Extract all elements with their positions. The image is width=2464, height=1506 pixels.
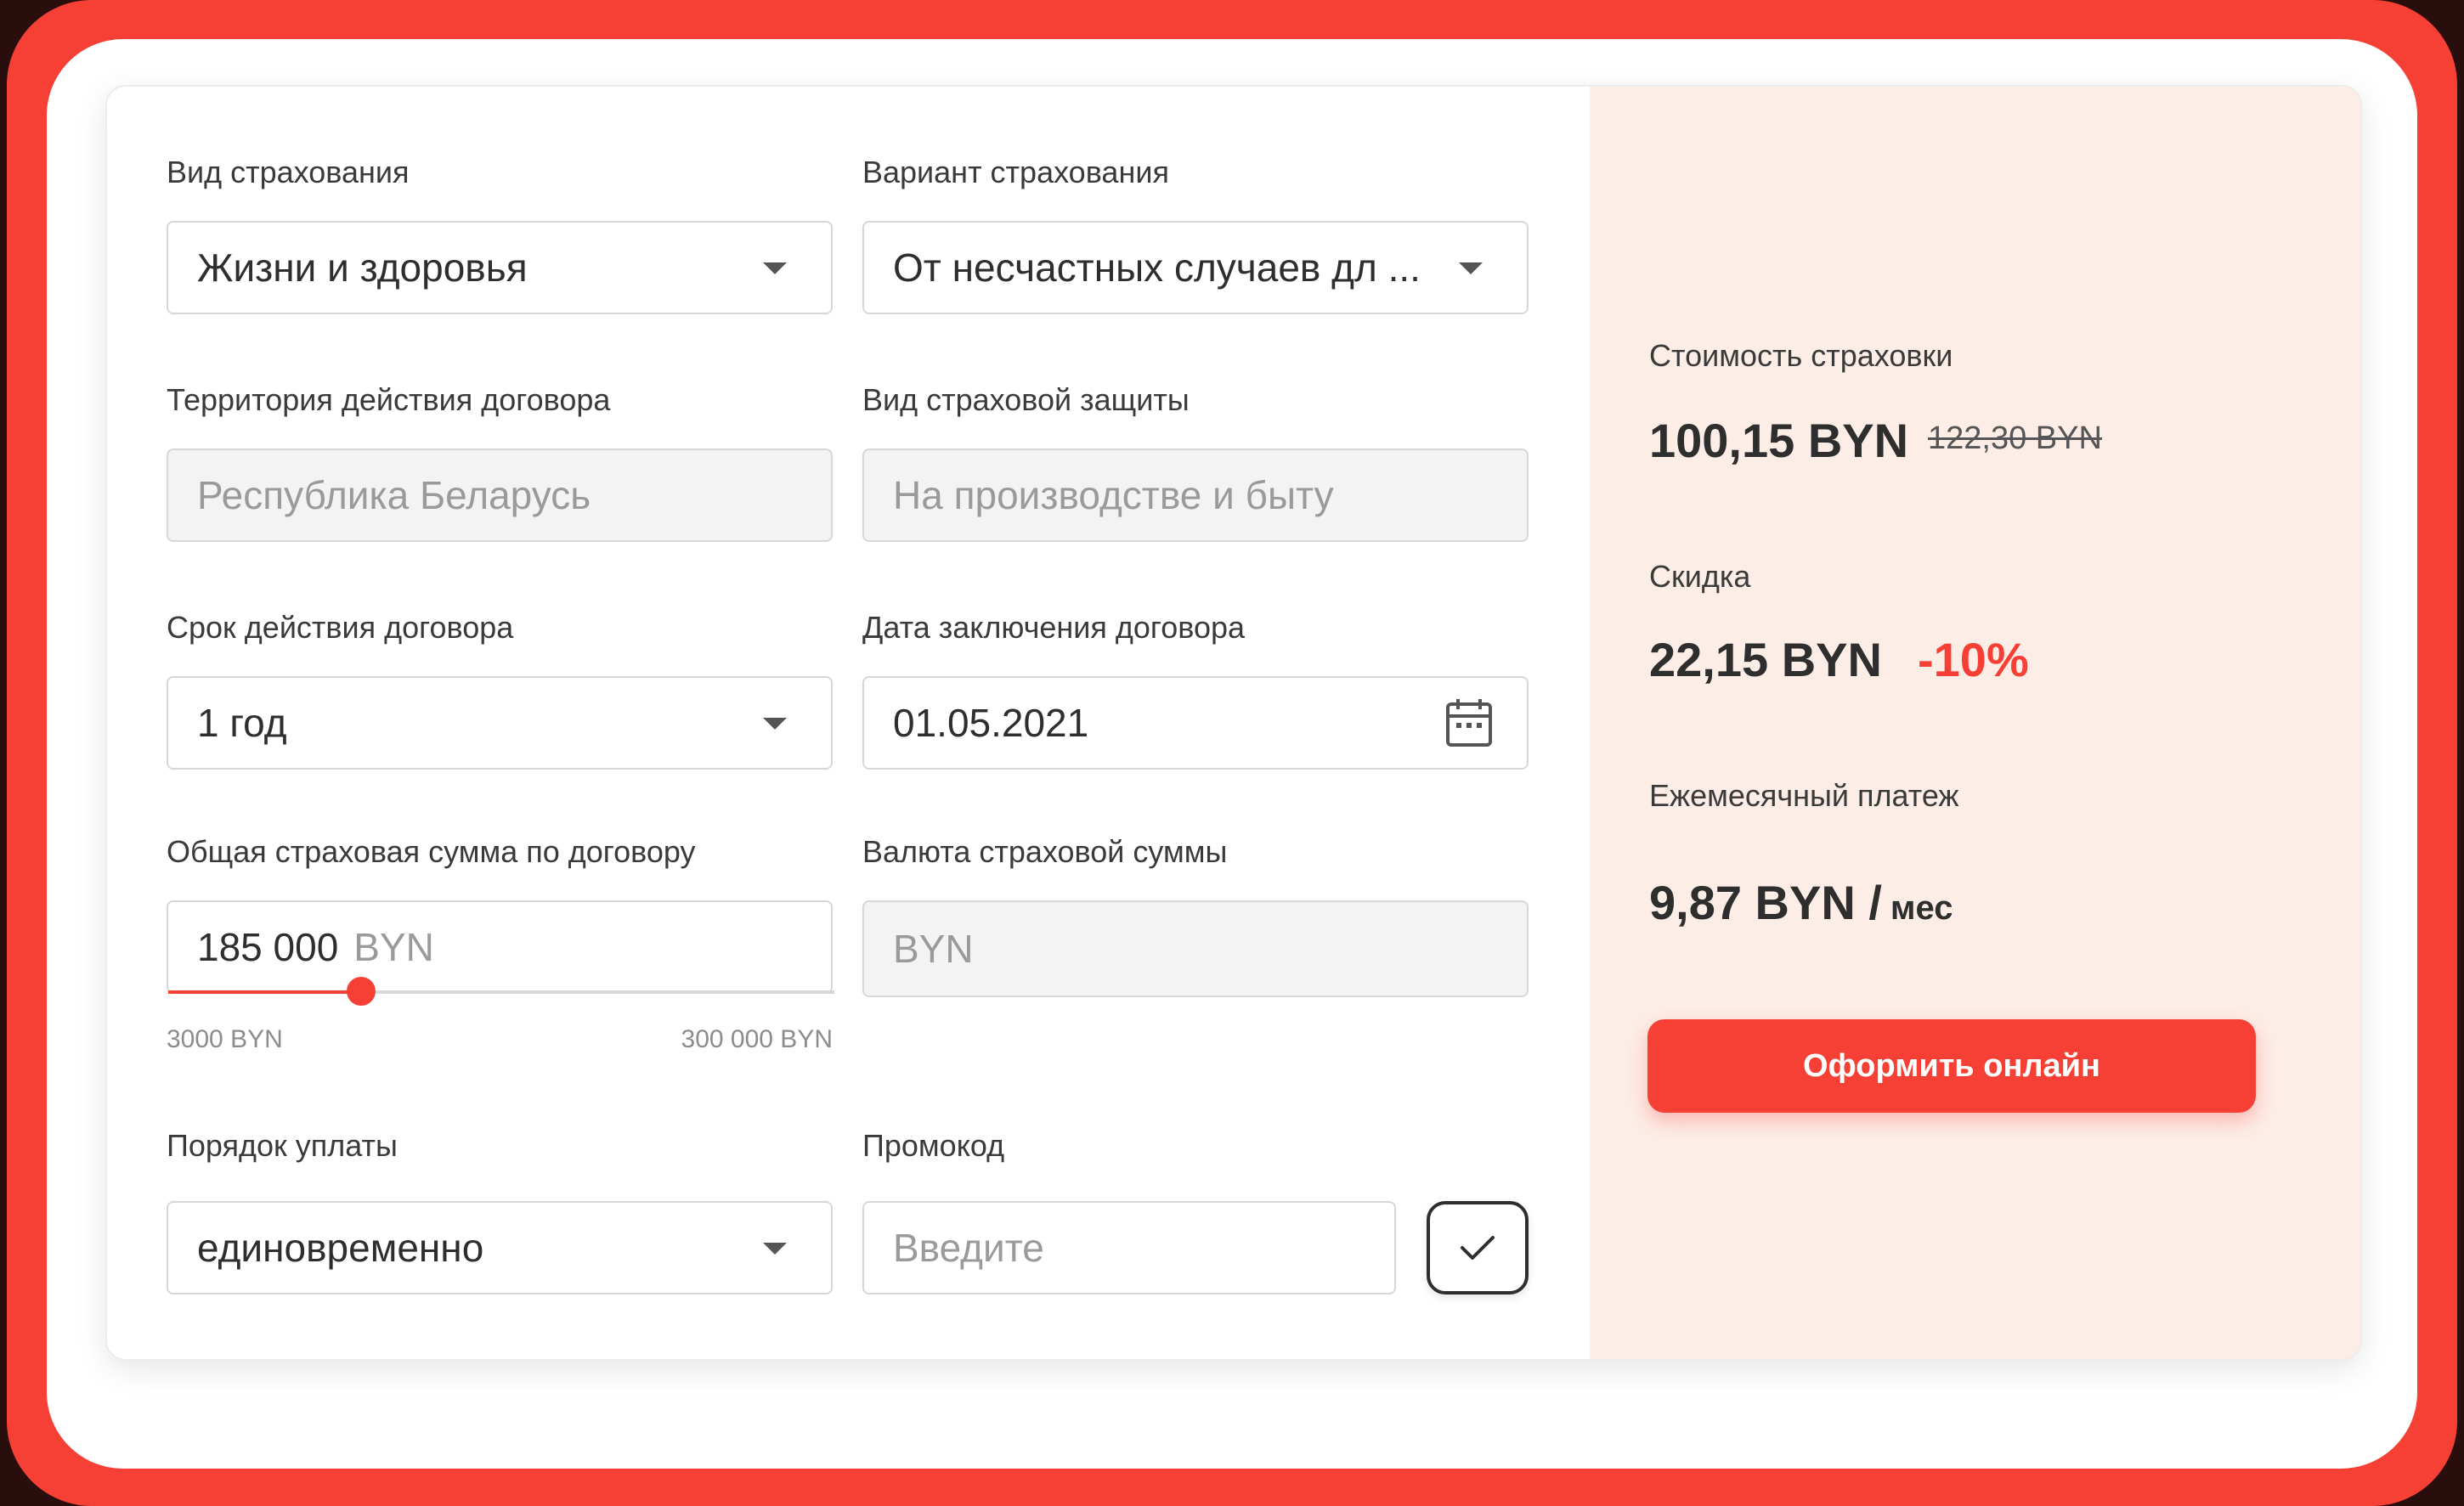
- currency-field: BYN: [862, 900, 1529, 997]
- contract-date-value: 01.05.2021: [893, 701, 1089, 745]
- contract-date-label: Дата заключения договора: [862, 610, 1246, 645]
- promo-input[interactable]: Введите: [862, 1201, 1396, 1294]
- monthly-label: Ежемесячный платеж: [1649, 778, 1959, 813]
- promo-apply-button[interactable]: [1427, 1201, 1529, 1294]
- protection-type-value: На производстве и быту: [893, 473, 1334, 517]
- protection-type-label: Вид страховой защиты: [862, 382, 1190, 417]
- sum-slider-track[interactable]: [168, 977, 834, 1006]
- check-icon: [1461, 1236, 1495, 1260]
- calendar-icon[interactable]: [1445, 697, 1493, 748]
- discount-label: Скидка: [1649, 559, 1751, 594]
- cost-value: 100,15 BYN: [1649, 414, 1909, 467]
- term-select[interactable]: 1 год: [167, 676, 833, 770]
- apply-online-button[interactable]: Оформить онлайн: [1647, 1019, 2256, 1113]
- payment-order-select[interactable]: единовременно: [167, 1201, 833, 1294]
- monthly-payment: 9,87 BYN / мес: [1649, 875, 1953, 930]
- chevron-down-icon: [763, 718, 787, 730]
- discount-value: 22,15 BYN: [1649, 633, 1882, 686]
- insurance-type-select[interactable]: Жизни и здоровья: [167, 221, 833, 314]
- summary-panel: [1590, 87, 2360, 1359]
- insurance-type-label: Вид страхования: [167, 155, 410, 189]
- chevron-down-icon: [1459, 262, 1483, 274]
- monthly-unit: мес: [1890, 889, 1953, 927]
- promo-placeholder: Введите: [893, 1226, 1044, 1270]
- protection-type-field: На производстве и быту: [862, 448, 1529, 542]
- chevron-down-icon: [763, 1243, 787, 1255]
- discount-percent: -10%: [1918, 633, 2029, 686]
- monthly-value: 9,87 BYN /: [1649, 876, 1882, 929]
- insurance-variant-label: Вариант страхования: [862, 155, 1169, 189]
- sum-insured-value: 185 000: [197, 925, 339, 969]
- territory-field: Республика Беларусь: [167, 448, 833, 542]
- contract-date-input[interactable]: 01.05.2021: [862, 676, 1529, 770]
- territory-label: Территория действия договора: [167, 382, 611, 417]
- sum-insured-text: 185 000 BYN: [197, 924, 434, 970]
- sum-slider-fill: [168, 990, 362, 994]
- sum-insured-unit: BYN: [353, 925, 434, 969]
- term-value: 1 год: [197, 701, 287, 745]
- payment-order-value: единовременно: [197, 1226, 484, 1270]
- territory-value: Республика Беларусь: [197, 473, 591, 517]
- sum-min-label: 3000 BYN: [167, 1025, 283, 1053]
- currency-value: BYN: [893, 927, 974, 971]
- chevron-down-icon: [763, 262, 787, 274]
- payment-order-label: Порядок уплаты: [167, 1128, 398, 1163]
- insurance-type-value: Жизни и здоровья: [197, 245, 528, 290]
- cost-old-price: 122,30 BYN: [1928, 420, 2102, 456]
- sum-insured-input[interactable]: 185 000 BYN: [167, 900, 834, 1006]
- promo-label: Промокод: [862, 1128, 1005, 1163]
- cost-label: Стоимость страховки: [1649, 338, 1953, 373]
- currency-label: Валюта страховой суммы: [862, 834, 1228, 869]
- insurance-variant-value: От несчастных случаев дл ...: [893, 245, 1421, 290]
- sum-insured-label: Общая страховая сумма по договору: [167, 834, 696, 869]
- term-label: Срок действия договора: [167, 610, 514, 645]
- insurance-calculator-card: Вид страхования Жизни и здоровья Вариант…: [105, 85, 2362, 1361]
- sum-slider-thumb[interactable]: [347, 977, 376, 1006]
- insurance-variant-select[interactable]: От несчастных случаев дл ...: [862, 221, 1529, 314]
- sum-max-label: 300 000 BYN: [681, 1025, 833, 1053]
